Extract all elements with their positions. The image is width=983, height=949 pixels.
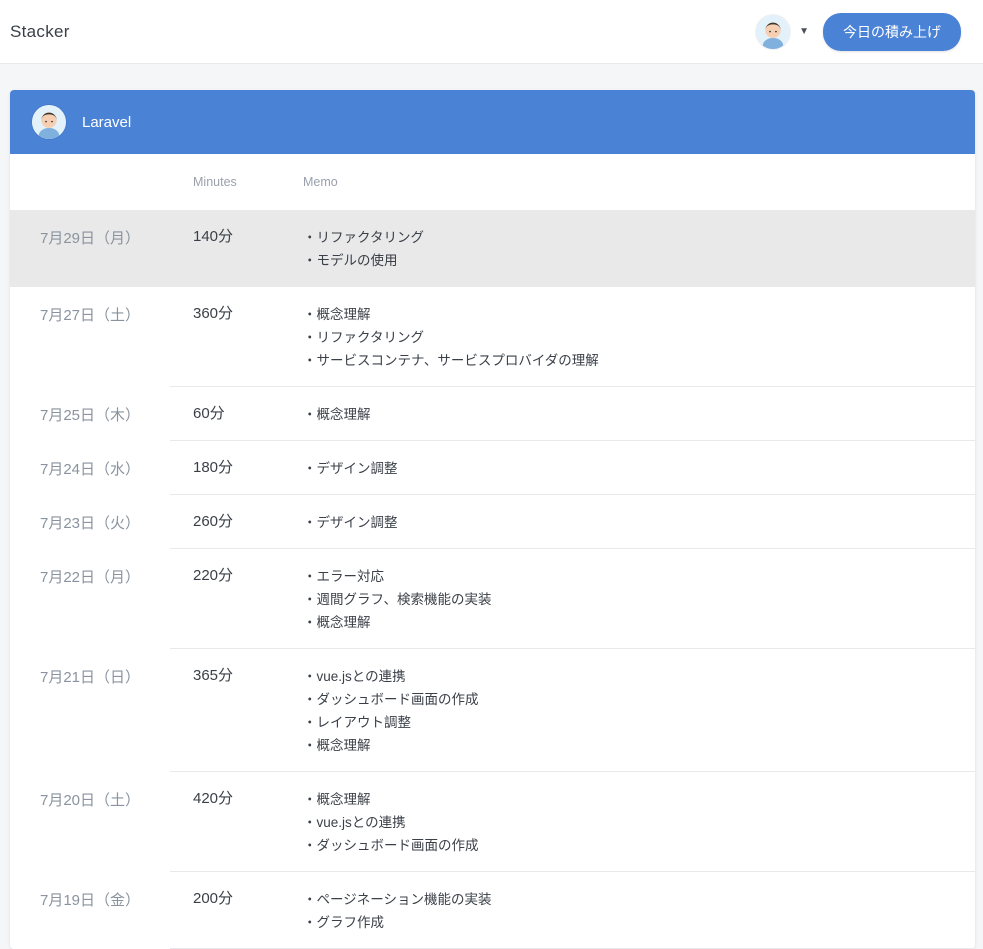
row-body: 260分 ・デザイン調整 xyxy=(170,495,975,549)
today-stack-button[interactable]: 今日の積み上げ xyxy=(823,12,961,51)
row-memo: ・概念理解・リファクタリング・サービスコンテナ、サービスプロバイダの理解 xyxy=(295,302,975,372)
row-memo: ・デザイン調整 xyxy=(295,456,975,480)
memo-line: ・リファクタリング xyxy=(303,230,424,245)
row-body: 60分 ・概念理解 xyxy=(170,387,975,441)
row-memo: ・リファクタリング ・モデルの使用 xyxy=(295,225,975,272)
brand-title: Stacker xyxy=(10,21,70,41)
row-body: 365分 ・vue.jsとの連携・ダッシュボード画面の作成 ・レイアウト調整 ・概念… xyxy=(170,649,975,772)
row-date: 7月21日（日） xyxy=(40,669,141,686)
row-minutes: 200分 xyxy=(193,890,234,907)
memo-line: ・ダッシュボード画面の作成 xyxy=(303,838,479,853)
row-minutes: 420分 xyxy=(193,790,234,807)
row-date: 7月22日（月） xyxy=(40,569,141,586)
card-header: Laravel xyxy=(10,90,975,154)
column-header-memo: Memo xyxy=(303,175,338,189)
row-body: 220分 ・エラー対応・週間グラフ、検索機能の実装 ・概念理解 xyxy=(170,549,975,649)
table-row[interactable]: 7月19日（金） 200分 ・ページネーション機能の実装 ・グラフ作成 xyxy=(10,872,975,949)
row-date: 7月20日（土） xyxy=(40,792,141,809)
row-memo: ・vue.jsとの連携・ダッシュボード画面の作成 ・レイアウト調整 ・概念理解 xyxy=(295,664,975,757)
log-table: Minutes Memo 7月29日（月） 140分 ・リファクタリング ・モデル… xyxy=(10,154,975,949)
card-avatar-icon xyxy=(32,105,66,139)
row-memo: ・エラー対応・週間グラフ、検索機能の実装 ・概念理解 xyxy=(295,564,975,634)
user-avatar-icon[interactable] xyxy=(756,14,791,49)
row-body: 200分 ・ページネーション機能の実装 ・グラフ作成 xyxy=(170,872,975,949)
memo-line: ・グラフ作成 xyxy=(303,915,384,930)
table-row[interactable]: 7月25日（木） 60分 ・概念理解 xyxy=(10,387,975,441)
memo-line: ・概念理解 xyxy=(303,792,371,807)
table-body: 7月29日（月） 140分 ・リファクタリング ・モデルの使用 7月27日（土） … xyxy=(10,210,975,949)
row-date: 7月23日（火） xyxy=(40,515,141,532)
navbar: Stacker ▼ 今日の積み上げ xyxy=(0,0,983,64)
row-minutes: 360分 xyxy=(193,305,234,322)
memo-line: ・概念理解 xyxy=(303,738,371,753)
main-content: Laravel Minutes Memo 7月29日（月） 140分 ・リファク… xyxy=(0,64,983,949)
row-memo: ・概念理解 xyxy=(295,402,975,426)
row-minutes: 60分 xyxy=(193,405,225,422)
row-memo: ・概念理解・vue.jsとの連携・ダッシュボード画面の作成 xyxy=(295,787,975,857)
memo-line: ・サービスコンテナ、サービスプロバイダの理解 xyxy=(303,353,599,368)
chevron-down-icon[interactable]: ▼ xyxy=(799,26,809,37)
stack-log-card: Laravel Minutes Memo 7月29日（月） 140分 ・リファク… xyxy=(10,90,975,949)
row-date: 7月29日（月） xyxy=(40,230,141,247)
row-date: 7月27日（土） xyxy=(40,307,141,324)
table-row[interactable]: 7月22日（月） 220分 ・エラー対応・週間グラフ、検索機能の実装 ・概念理解 xyxy=(10,549,975,649)
memo-line: ・レイアウト調整 xyxy=(303,715,411,730)
memo-line: ・概念理解 xyxy=(303,407,371,422)
memo-line: ・リファクタリング xyxy=(303,330,424,345)
memo-line: ・エラー対応 xyxy=(303,569,384,584)
navbar-right: ▼ 今日の積み上げ xyxy=(756,12,961,51)
column-header-minutes: Minutes xyxy=(193,175,237,189)
table-row[interactable]: 7月24日（水） 180分 ・デザイン調整 xyxy=(10,441,975,495)
row-date: 7月25日（木） xyxy=(40,407,141,424)
row-memo: ・ページネーション機能の実装 ・グラフ作成 xyxy=(295,887,975,934)
table-row[interactable]: 7月27日（土） 360分 ・概念理解・リファクタリング・サービスコンテナ、サー… xyxy=(10,287,975,387)
row-body: 180分 ・デザイン調整 xyxy=(170,441,975,495)
row-minutes: 180分 xyxy=(193,459,234,476)
row-minutes: 220分 xyxy=(193,567,234,584)
row-body: 360分 ・概念理解・リファクタリング・サービスコンテナ、サービスプロバイダの理… xyxy=(170,287,975,387)
memo-line: ・vue.jsとの連携 xyxy=(303,815,406,830)
memo-line: ・概念理解 xyxy=(303,307,371,322)
memo-line: ・週間グラフ、検索機能の実装 xyxy=(303,592,492,607)
table-row[interactable]: 7月23日（火） 260分 ・デザイン調整 xyxy=(10,495,975,549)
memo-line: ・デザイン調整 xyxy=(303,461,398,476)
row-body: 420分 ・概念理解・vue.jsとの連携・ダッシュボード画面の作成 xyxy=(170,772,975,872)
row-date: 7月24日（水） xyxy=(40,461,141,478)
table-header-row: Minutes Memo xyxy=(10,154,975,210)
row-minutes: 140分 xyxy=(193,228,234,245)
row-memo: ・デザイン調整 xyxy=(295,510,975,534)
card-title: Laravel xyxy=(82,113,132,131)
row-date: 7月19日（金） xyxy=(40,892,141,909)
row-minutes: 260分 xyxy=(193,513,234,530)
table-row[interactable]: 7月20日（土） 420分 ・概念理解・vue.jsとの連携・ダッシュボード画面… xyxy=(10,772,975,872)
memo-line: ・概念理解 xyxy=(303,615,371,630)
memo-line: ・デザイン調整 xyxy=(303,515,398,530)
user-menu[interactable]: ▼ xyxy=(756,14,809,49)
memo-line: ・モデルの使用 xyxy=(303,253,398,268)
row-body: 140分 ・リファクタリング ・モデルの使用 xyxy=(170,210,975,287)
table-row[interactable]: 7月29日（月） 140分 ・リファクタリング ・モデルの使用 xyxy=(10,210,975,287)
table-row[interactable]: 7月21日（日） 365分 ・vue.jsとの連携・ダッシュボード画面の作成 ・レ… xyxy=(10,649,975,772)
row-minutes: 365分 xyxy=(193,667,234,684)
memo-line: ・vue.jsとの連携 xyxy=(303,669,406,684)
memo-line: ・ページネーション機能の実装 xyxy=(303,892,492,907)
memo-line: ・ダッシュボード画面の作成 xyxy=(303,692,479,707)
